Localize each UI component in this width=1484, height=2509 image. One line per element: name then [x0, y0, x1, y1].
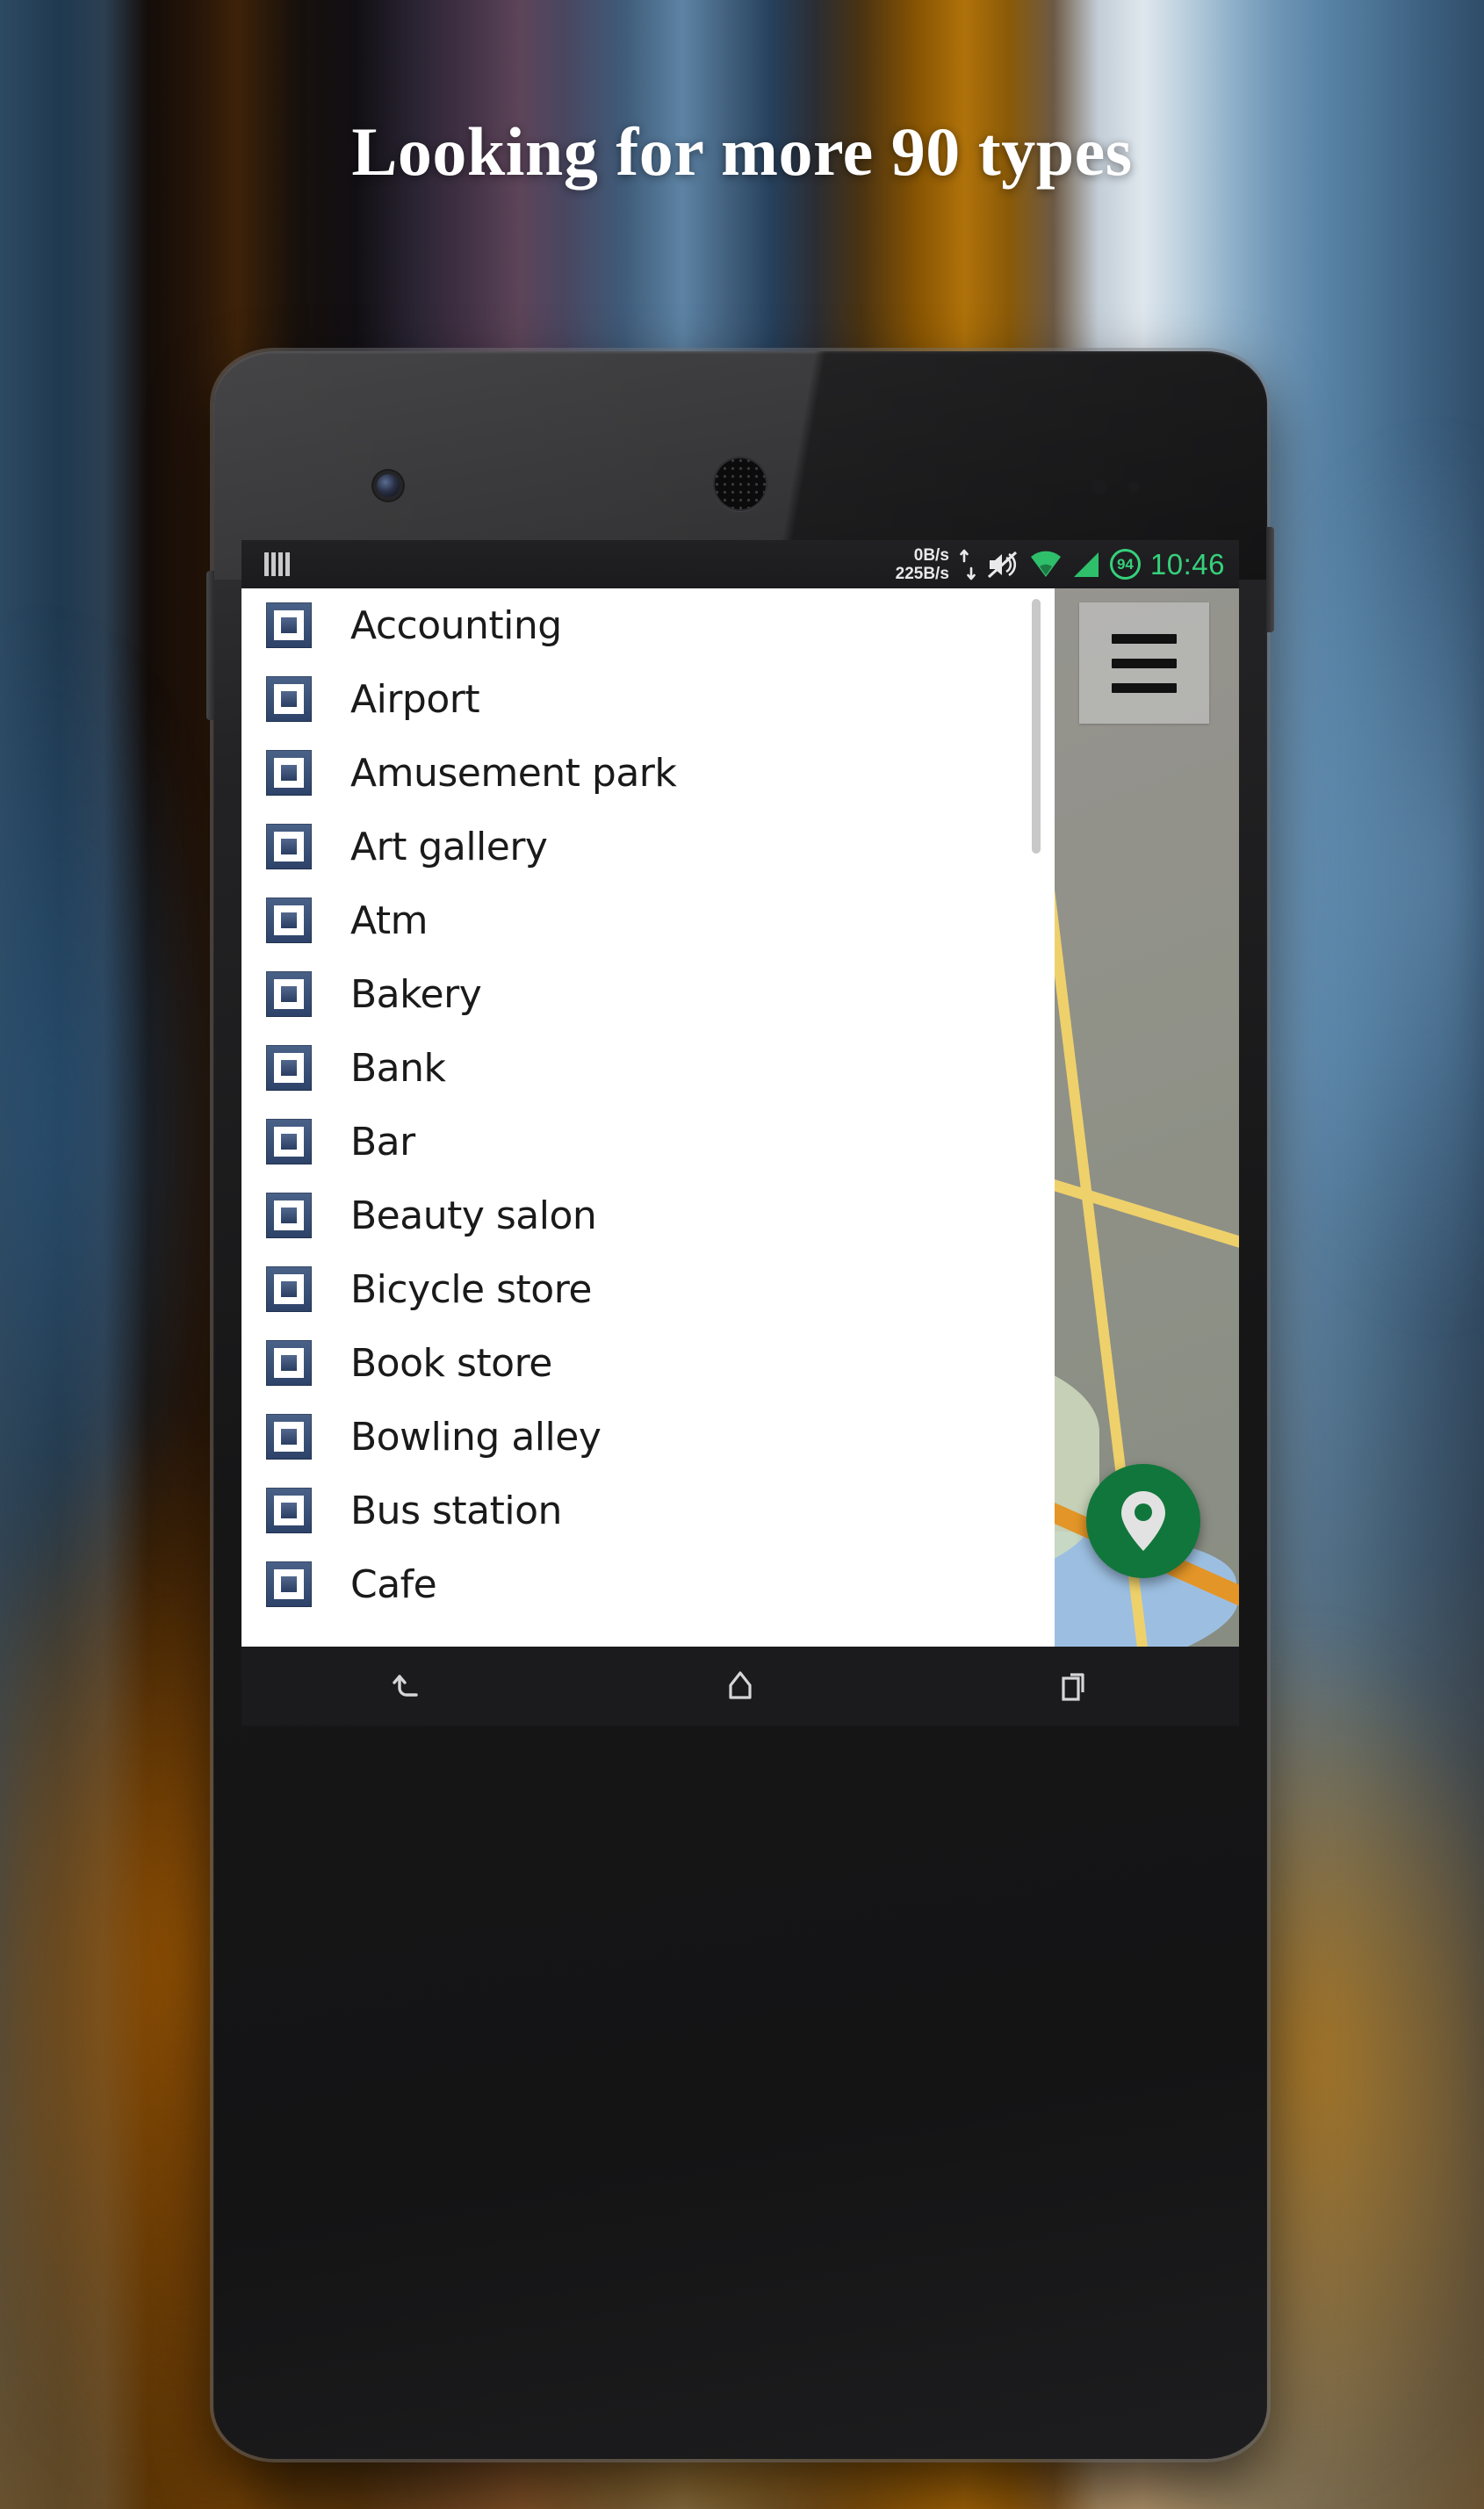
volume-mute-icon: [986, 550, 1019, 580]
checkbox-unchecked-icon[interactable]: [266, 1340, 312, 1386]
battery-level: 94: [1116, 555, 1134, 573]
checkbox-unchecked-icon[interactable]: [266, 898, 312, 943]
net-up-value: 225B/s: [895, 564, 949, 583]
list-item[interactable]: Atm: [241, 883, 1055, 957]
checkbox-unchecked-icon[interactable]: [266, 1119, 312, 1164]
nav-back-button[interactable]: [355, 1647, 460, 1726]
checkbox-unchecked-icon[interactable]: [266, 971, 312, 1017]
list-item[interactable]: Art gallery: [241, 810, 1055, 883]
status-bar-left: [264, 552, 290, 576]
checkbox-unchecked-icon[interactable]: [266, 1414, 312, 1460]
list-item[interactable]: Bakery: [241, 957, 1055, 1031]
up-down-arrows-icon: [959, 549, 976, 580]
list-item-label: Bakery: [350, 971, 482, 1017]
list-item-label: Airport: [350, 676, 480, 722]
status-bar-clock: 10:46: [1149, 547, 1225, 580]
light-sensor-icon: [1128, 481, 1140, 493]
place-type-list[interactable]: Accounting Airport Amusement park Art ga…: [241, 588, 1055, 1647]
list-item-label: Bicycle store: [350, 1266, 592, 1312]
list-item[interactable]: Airport: [241, 662, 1055, 736]
list-item[interactable]: Bus station: [241, 1474, 1055, 1547]
list-item[interactable]: Bowling alley: [241, 1400, 1055, 1474]
wifi-icon: [1029, 551, 1063, 579]
checkbox-unchecked-icon[interactable]: [266, 1488, 312, 1533]
map-pin-icon: [1121, 1491, 1165, 1551]
list-item-label: Amusement park: [350, 750, 677, 796]
hamburger-menu-icon: [1112, 682, 1177, 693]
list-item-label: Art gallery: [350, 824, 548, 869]
list-item[interactable]: Amusement park: [241, 736, 1055, 810]
cellular-signal-icon: [1072, 551, 1100, 579]
nav-home-button[interactable]: [688, 1647, 793, 1726]
android-navigation-bar: [241, 1647, 1239, 1726]
checkbox-unchecked-icon[interactable]: [266, 676, 312, 722]
recent-apps-icon: [1062, 1673, 1084, 1701]
front-camera-icon: [377, 474, 400, 497]
list-item-label: Bar: [350, 1119, 415, 1164]
hamburger-menu-icon: [1112, 633, 1177, 644]
network-speed-readout: 0B/s 225B/s: [896, 546, 949, 583]
list-item[interactable]: Bicycle store: [241, 1252, 1055, 1326]
list-item[interactable]: Bank: [241, 1031, 1055, 1105]
list-item-label: Atm: [350, 898, 428, 943]
list-item[interactable]: Beauty salon: [241, 1179, 1055, 1252]
promo-headline: Looking for more 90 types: [351, 113, 1133, 190]
android-status-bar: 0B/s 225B/s 94 10:46: [241, 540, 1239, 588]
checkbox-unchecked-icon[interactable]: [266, 1193, 312, 1238]
list-item-label: Beauty salon: [350, 1193, 597, 1238]
list-item-label: Book store: [350, 1340, 552, 1386]
checkbox-unchecked-icon[interactable]: [266, 750, 312, 796]
list-item[interactable]: Book store: [241, 1326, 1055, 1400]
phone-device-mockup: 0B/s 225B/s 94 10:46 Accounting Airport …: [206, 351, 1274, 2459]
list-item-label: Bus station: [350, 1488, 562, 1533]
home-icon: [729, 1671, 752, 1699]
app-content: NG PHÚC L SÀI ĐỒNG THẠCH BÀN BÁT TRÀNG A…: [241, 588, 1239, 1647]
list-item[interactable]: Accounting: [241, 588, 1055, 662]
list-item-label: Bowling alley: [350, 1414, 602, 1460]
proximity-sensor-icon: [1091, 479, 1106, 494]
checkbox-unchecked-icon[interactable]: [266, 602, 312, 648]
checkbox-unchecked-icon[interactable]: [266, 1266, 312, 1312]
signal-bars-icon: [264, 552, 290, 576]
list-item-label: Accounting: [350, 602, 562, 648]
nav-recents-button[interactable]: [1020, 1647, 1126, 1726]
checkbox-unchecked-icon[interactable]: [266, 824, 312, 869]
status-bar-right: 0B/s 225B/s 94 10:46: [896, 546, 1225, 583]
list-item[interactable]: Bar: [241, 1105, 1055, 1179]
back-arrow-icon: [393, 1675, 419, 1697]
list-item-label: Cafe: [350, 1561, 437, 1607]
power-key[interactable]: [1266, 527, 1274, 632]
my-location-fab[interactable]: [1086, 1464, 1200, 1578]
list-item[interactable]: Cafe: [241, 1547, 1055, 1621]
volume-key[interactable]: [206, 571, 214, 720]
list-item-label: Bank: [350, 1045, 446, 1091]
net-down-value: 0B/s: [913, 545, 949, 565]
battery-circle-icon: 94: [1109, 549, 1141, 580]
list-scrollbar[interactable]: [1031, 599, 1041, 854]
checkbox-unchecked-icon[interactable]: [266, 1561, 312, 1607]
earpiece-speaker-icon: [713, 457, 767, 511]
hamburger-menu-icon: [1112, 658, 1177, 668]
hamburger-menu-button[interactable]: [1079, 602, 1209, 724]
phone-screen: 0B/s 225B/s 94 10:46 Accounting Airport …: [241, 540, 1239, 1726]
checkbox-unchecked-icon[interactable]: [266, 1045, 312, 1091]
